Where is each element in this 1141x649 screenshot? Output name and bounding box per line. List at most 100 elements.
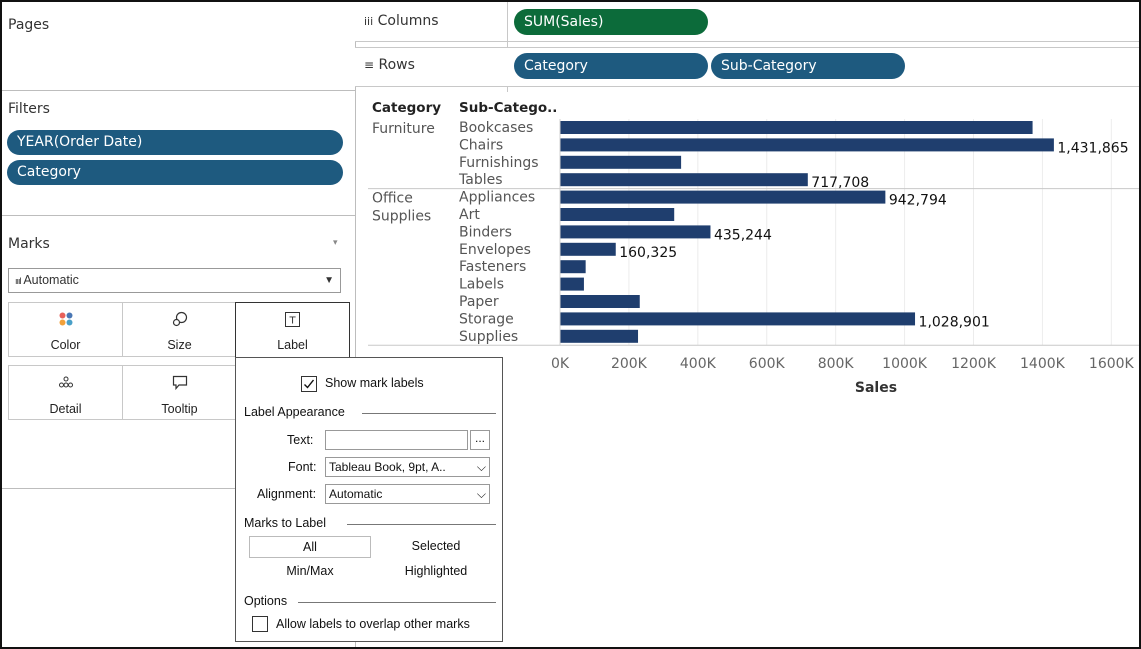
detail-card[interactable]: Detail — [8, 365, 123, 420]
allow-overlap-checkbox[interactable] — [252, 616, 268, 632]
bar — [560, 242, 616, 256]
font-field-label: Font: — [288, 460, 317, 474]
marks-to-label-rule — [347, 524, 496, 525]
show-mark-labels-checkbox[interactable] — [301, 376, 317, 392]
color-card-label: Color — [50, 338, 81, 352]
options-heading: Options — [244, 594, 288, 608]
label-card-label: Label — [277, 338, 308, 352]
x-tick-label: 0K — [551, 356, 570, 372]
bar — [560, 208, 675, 221]
bar — [560, 312, 916, 326]
subcategory-label: Bookcases — [459, 120, 533, 136]
subcategory-label: Fasteners — [459, 259, 526, 275]
rows-pill-category[interactable]: Category — [514, 53, 708, 79]
filter-pill-year[interactable]: YEAR(Order Date) — [7, 130, 343, 155]
bar — [560, 173, 808, 187]
marks-to-label-heading: Marks to Label — [244, 516, 326, 530]
bar — [560, 277, 584, 291]
text-label-icon: T — [236, 309, 349, 329]
svg-text:T: T — [288, 315, 296, 326]
subcategory-label: Supplies — [459, 329, 518, 345]
category-label: Supplies — [372, 209, 431, 225]
allow-overlap-label[interactable]: Allow labels to overlap other marks — [276, 617, 470, 631]
data-label: 1,028,901 — [919, 314, 990, 330]
columns-icon: iii — [364, 15, 374, 28]
chevron-down-icon: ▼ — [324, 275, 334, 286]
subcategory-label: Appliances — [459, 190, 535, 206]
marks-to-label-selected[interactable]: Selected — [381, 539, 491, 553]
alignment-select[interactable]: Automatic ⌵ — [325, 484, 490, 504]
text-field-input[interactable] — [325, 430, 468, 450]
rows-shelf-label: ≡ Rows — [364, 57, 415, 73]
color-card[interactable]: Color — [8, 302, 123, 357]
data-label: 160,325 — [619, 245, 677, 261]
sales-bar-chart: Category Sub-Catego.. Furniture BookcasesCh… — [368, 100, 1139, 396]
bar — [560, 260, 586, 274]
mark-type-dropdown[interactable]: ıııl Automatic ▼ — [8, 268, 341, 293]
x-tick-label: 200K — [611, 356, 648, 372]
label-appearance-rule — [362, 413, 496, 414]
subcategory-label: Chairs — [459, 137, 503, 153]
marks-to-label-all[interactable]: All — [249, 536, 371, 558]
label-appearance-heading: Label Appearance — [244, 405, 345, 419]
tooltip-card-label: Tooltip — [161, 402, 198, 416]
bar-chart-icon: ıııl — [15, 276, 21, 286]
category-label: Office — [372, 191, 413, 207]
color-dots-icon — [9, 309, 122, 329]
bar — [560, 155, 682, 169]
rows-pill-sub-category[interactable]: Sub-Category — [711, 53, 905, 79]
size-card[interactable]: Size — [122, 302, 237, 357]
marks-to-label-minmax[interactable]: Min/Max — [249, 564, 371, 578]
label-card[interactable]: T Label — [235, 302, 350, 358]
alignment-field-label: Alignment: — [257, 487, 317, 501]
marks-menu-icon[interactable]: ▾ — [333, 238, 338, 248]
pages-divider — [2, 90, 355, 91]
tooltip-icon — [123, 372, 236, 392]
size-card-label: Size — [167, 338, 192, 352]
options-rule — [298, 602, 496, 603]
font-select-value: Tableau Book, 9pt, A.. — [329, 460, 446, 474]
bar — [560, 329, 639, 343]
subcategory-label: Storage — [459, 311, 514, 327]
font-select[interactable]: Tableau Book, 9pt, A.. ⌵ — [325, 457, 490, 477]
bar — [560, 138, 1054, 152]
subcategory-header: Sub-Catego.. — [459, 100, 557, 116]
x-tick-label: 1200K — [951, 356, 997, 372]
x-tick-label: 1000K — [882, 356, 928, 372]
columns-shelf — [355, 2, 1139, 42]
rows-label-text: Rows — [378, 57, 415, 73]
bar — [560, 121, 1033, 134]
marks-to-label-highlighted[interactable]: Highlighted — [381, 564, 491, 578]
mark-type-value: Automatic — [23, 273, 79, 287]
bar — [560, 295, 640, 308]
filters-title: Filters — [8, 101, 50, 117]
x-axis-title: Sales — [855, 380, 897, 396]
data-label: 1,431,865 — [1057, 140, 1128, 156]
columns-label-text: Columns — [377, 13, 439, 29]
text-edit-button[interactable]: ... — [470, 430, 490, 450]
bar — [560, 225, 711, 239]
x-tick-label: 400K — [680, 356, 717, 372]
text-field-label: Text: — [287, 433, 314, 447]
columns-shelf-label: iii Columns — [364, 13, 439, 29]
marks-to-label-all-text: All — [303, 540, 317, 554]
subcategory-label: Art — [459, 207, 480, 223]
pages-title: Pages — [8, 17, 50, 33]
data-label: 942,794 — [889, 193, 947, 209]
chevron-down-icon: ⌵ — [476, 460, 486, 474]
subcategory-label: Tables — [458, 172, 503, 188]
category-header: Category — [372, 100, 441, 116]
filter-pill-category[interactable]: Category — [7, 160, 343, 185]
bar — [560, 190, 886, 204]
x-tick-label: 800K — [818, 356, 855, 372]
x-tick-label: 1600K — [1089, 356, 1135, 372]
marks-title: Marks — [8, 236, 50, 252]
subcategory-label: Furnishings — [459, 155, 539, 171]
subcategory-label: Paper — [459, 294, 499, 310]
tooltip-card[interactable]: Tooltip — [122, 365, 237, 420]
detail-dots-icon — [9, 372, 122, 392]
x-tick-label: 1400K — [1020, 356, 1066, 372]
detail-card-label: Detail — [49, 402, 82, 416]
columns-pill-sum-sales[interactable]: SUM(Sales) — [514, 9, 708, 35]
alignment-select-value: Automatic — [329, 487, 383, 501]
